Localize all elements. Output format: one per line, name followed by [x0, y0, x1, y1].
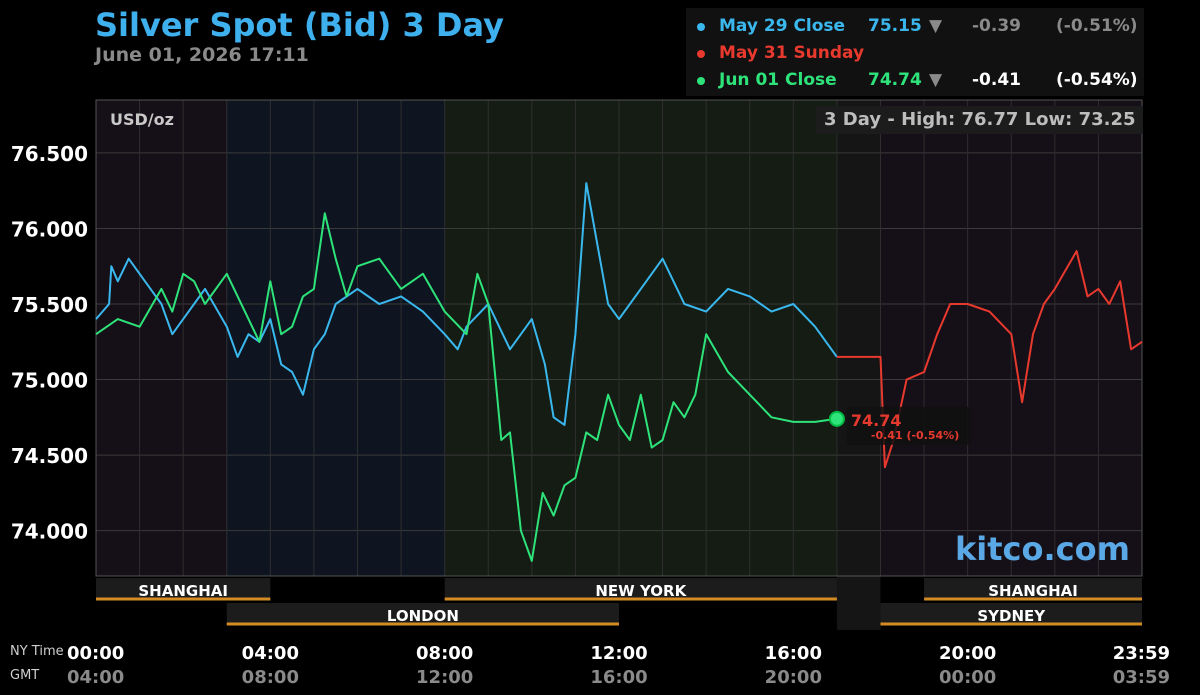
- x-tick-gmt: 16:00: [590, 667, 647, 688]
- x-tick-ny: 16:00: [765, 643, 822, 664]
- band-closed: [836, 100, 881, 630]
- ny-time-label: NY Time: [10, 644, 64, 659]
- x-tick-gmt: 08:00: [242, 667, 299, 688]
- x-tick-gmt: 12:00: [416, 667, 473, 688]
- last-price-value: 74.74: [851, 411, 902, 430]
- y-tick-label: 75.000: [11, 369, 88, 393]
- y-tick-label: 76.000: [11, 217, 88, 241]
- x-tick-gmt: 00:00: [939, 667, 996, 688]
- last-price-change: -0.41 (-0.54%): [871, 429, 959, 442]
- price-chart: 76.500 76.000 75.500 75.000 74.500 74.000 74.7…: [10, 99, 1170, 688]
- high-low-readout: 3 Day - High: 76.77 Low: 73.25: [816, 106, 1143, 134]
- unit-label: USD/oz: [110, 110, 174, 129]
- x-tick-ny: 12:00: [590, 643, 647, 664]
- gmt-label: GMT: [10, 668, 39, 683]
- band-asia: [96, 100, 227, 576]
- x-tick-ny: 23:59: [1113, 643, 1170, 664]
- x-tick-ny: 08:00: [416, 643, 473, 664]
- y-tick-label: 74.500: [11, 444, 88, 468]
- x-tick-ny: 00:00: [67, 643, 124, 664]
- x-tick-gmt: 04:00: [67, 667, 124, 688]
- x-tick-gmt: 03:59: [1113, 667, 1170, 688]
- x-tick-gmt: 20:00: [765, 667, 822, 688]
- watermark: kitco.com: [955, 530, 1130, 568]
- last-price-marker: [828, 410, 845, 427]
- session-label: LONDON: [387, 607, 459, 625]
- y-tick-label: 75.500: [11, 293, 88, 317]
- session-label: NEW YORK: [595, 582, 687, 600]
- y-tick-label: 76.500: [11, 142, 88, 166]
- session-label: SHANGHAI: [988, 582, 1078, 600]
- x-tick-ny: 20:00: [939, 643, 996, 664]
- session-label: SYDNEY: [977, 607, 1046, 625]
- session-label: SHANGHAI: [138, 582, 228, 600]
- y-tick-label: 74.000: [11, 520, 88, 544]
- x-tick-ny: 04:00: [242, 643, 299, 664]
